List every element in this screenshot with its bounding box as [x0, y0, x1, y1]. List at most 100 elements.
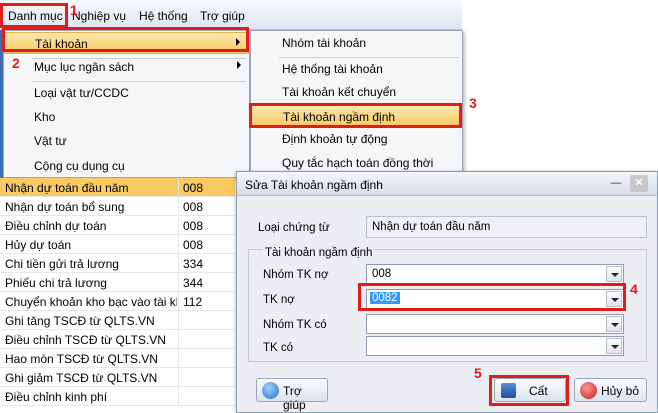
dropdown-arrow-icon[interactable]	[606, 338, 622, 354]
table-row[interactable]: Nhận dự toán đầu năm 008	[0, 178, 235, 197]
dropdown-arrow-icon[interactable]	[606, 316, 622, 332]
help-button-label: Trợ giúp	[283, 384, 306, 412]
nhom-tk-no-select[interactable]: 008	[366, 264, 624, 284]
dropdown-arrow-icon[interactable]	[606, 266, 622, 282]
row-name: Hao mòn TSCĐ từ QLTS.VN	[5, 352, 158, 366]
loai-chung-tu-field: Nhận dự toán đầu năm	[366, 216, 647, 238]
step-number-3: 3	[469, 95, 477, 111]
menu-item-muc-luc-ngan-sach[interactable]: Mục lục ngân sách	[4, 56, 249, 78]
column-divider	[178, 349, 179, 368]
menu-danh-muc[interactable]: Danh mục	[8, 9, 63, 23]
menu-item-label: Hệ thống tài khoản	[282, 62, 383, 76]
help-button[interactable]: Trợ giúp	[256, 378, 328, 412]
save-button-label: Cất	[529, 384, 548, 398]
menu-item-label: Tài khoản kết chuyển	[282, 85, 397, 99]
step-number-2: 2	[12, 55, 20, 71]
nhom-tk-no-value: 008	[372, 268, 392, 280]
table-row[interactable]: Hủy dự toán 008	[0, 235, 235, 254]
row-code: 008	[183, 181, 204, 195]
step-number-5: 5	[474, 365, 482, 381]
column-divider	[178, 178, 179, 197]
menu-item-label: Cộng cụ dụng cụ	[34, 159, 125, 173]
nhom-tk-co-label: Nhóm TK có	[263, 319, 327, 331]
dialog-title: Sửa Tài khoản ngầm định	[245, 178, 383, 192]
group-label: Tài khoản ngầm định	[263, 247, 375, 259]
close-icon[interactable]: ✕	[630, 175, 648, 192]
step-number-4: 4	[630, 281, 638, 297]
row-name: Phiếu chi trả lương	[5, 276, 107, 290]
row-code: 334	[183, 257, 204, 271]
row-code: 008	[183, 238, 204, 252]
table-row[interactable]: Nhận dự toán bổ sung 008	[0, 197, 235, 216]
menu-item-kho[interactable]: Kho	[4, 106, 249, 128]
row-name: Ghi tăng TSCĐ từ QLTS.VN	[5, 314, 155, 328]
menu-item-cong-cu-dung-cu[interactable]: Cộng cụ dụng cụ	[4, 155, 249, 177]
loai-chung-tu-label: Loại chứng từ	[258, 222, 330, 234]
row-code: 008	[183, 200, 204, 214]
edit-default-account-dialog: Sửa Tài khoản ngầm định — ✕ Loại chứng t…	[236, 171, 658, 413]
table-row[interactable]: Điều chỉnh kinh phí	[0, 387, 235, 406]
row-code: 008	[183, 219, 204, 233]
cancel-icon	[580, 382, 597, 399]
row-name: Chuyển khoản kho bạc vào tài kh	[5, 295, 177, 309]
row-name: Điều chỉnh kinh phí	[5, 390, 108, 404]
step-number-1: 1	[70, 2, 78, 18]
dialog-titlebar[interactable]: Sửa Tài khoản ngầm định — ✕	[237, 172, 657, 196]
menu-tro-giup[interactable]: Trợ giúp	[200, 9, 245, 23]
row-code: 344	[183, 276, 204, 290]
submenu-arrow-icon	[236, 38, 240, 46]
menu-item-label: Loại vật tư/CCDC	[34, 86, 129, 100]
menu-item-loai-vat-tu[interactable]: Loại vật tư/CCDC	[4, 82, 249, 104]
menu-nghiep-vu[interactable]: Nghiệp vụ	[72, 9, 126, 23]
tk-co-select[interactable]	[366, 336, 624, 356]
menu-item-label: Tài khoản ngầm định	[283, 110, 396, 124]
menu-item-label: Định khoản tự động	[282, 132, 388, 146]
menu-item-tai-khoan[interactable]: Tài khoản	[4, 32, 249, 54]
tk-co-label: TK có	[263, 342, 294, 354]
save-icon	[501, 383, 516, 398]
column-divider	[178, 368, 179, 387]
menu-item-vat-tu[interactable]: Vật tư	[4, 130, 249, 152]
nhom-tk-co-select[interactable]	[366, 314, 624, 334]
menu-item-dinh-khoan-tu-dong[interactable]: Định khoản tự động	[251, 128, 462, 150]
cancel-button[interactable]: Hủy bỏ	[574, 378, 647, 402]
menu-item-nhom-tai-khoan[interactable]: Nhóm tài khoản	[251, 32, 462, 54]
menu-item-tai-khoan-ket-chuyen[interactable]: Tài khoản kết chuyển	[251, 81, 462, 103]
row-name: Nhận dự toán bổ sung	[5, 200, 125, 214]
danh-muc-dropdown: Tài khoản Mục lục ngân sách Loại vật tư/…	[3, 30, 250, 178]
table-row[interactable]: Điều chỉnh dự toán 008	[0, 216, 235, 235]
tk-no-label: TK nợ	[263, 294, 295, 306]
column-divider	[178, 235, 179, 254]
menu-item-tai-khoan-ngam-dinh[interactable]: Tài khoản ngầm định	[251, 105, 462, 127]
column-divider	[178, 292, 179, 311]
menu-item-label: Mục lục ngân sách	[34, 60, 135, 74]
dropdown-arrow-icon[interactable]	[606, 291, 622, 307]
table-row[interactable]: Hao mòn TSCĐ từ QLTS.VN	[0, 349, 235, 368]
column-divider	[178, 330, 179, 349]
table-row[interactable]: Ghi giảm TSCĐ từ QLTS.VN	[0, 368, 235, 387]
tai-khoan-submenu: Nhóm tài khoản Hệ thống tài khoản Tài kh…	[250, 30, 463, 178]
help-icon	[262, 382, 279, 399]
table-row[interactable]: Phiếu chi trả lương 344	[0, 273, 235, 292]
column-divider	[178, 387, 179, 406]
save-button[interactable]: Cất	[494, 378, 566, 402]
row-code: 112	[183, 295, 203, 309]
table-row[interactable]: Điều chỉnh TSCĐ từ QLTS.VN	[0, 330, 235, 349]
tk-no-value: 0082	[370, 292, 400, 304]
menu-item-label: Tài khoản	[35, 37, 88, 51]
row-name: Chi tiền gửi trả lương	[5, 257, 119, 271]
table-row[interactable]: Chi tiền gửi trả lương 334	[0, 254, 235, 273]
column-divider	[178, 216, 179, 235]
row-name: Điều chỉnh TSCĐ từ QLTS.VN	[5, 333, 166, 347]
minimize-icon[interactable]: —	[607, 175, 625, 192]
row-name: Hủy dự toán	[5, 238, 72, 252]
menu-he-thong[interactable]: Hệ thống	[139, 9, 188, 23]
menu-item-label: Vật tư	[34, 134, 67, 148]
tk-no-select[interactable]: 0082	[366, 289, 624, 309]
table-row[interactable]: Ghi tăng TSCĐ từ QLTS.VN	[0, 311, 235, 330]
table-row[interactable]: Chuyển khoản kho bạc vào tài kh 112	[0, 292, 235, 311]
menu-item-he-thong-tai-khoan[interactable]: Hệ thống tài khoản	[251, 58, 462, 80]
nhom-tk-no-label: Nhóm TK nợ	[263, 269, 329, 281]
menu-item-label: Nhóm tài khoản	[282, 36, 367, 50]
row-name: Điều chỉnh dự toán	[5, 219, 107, 233]
